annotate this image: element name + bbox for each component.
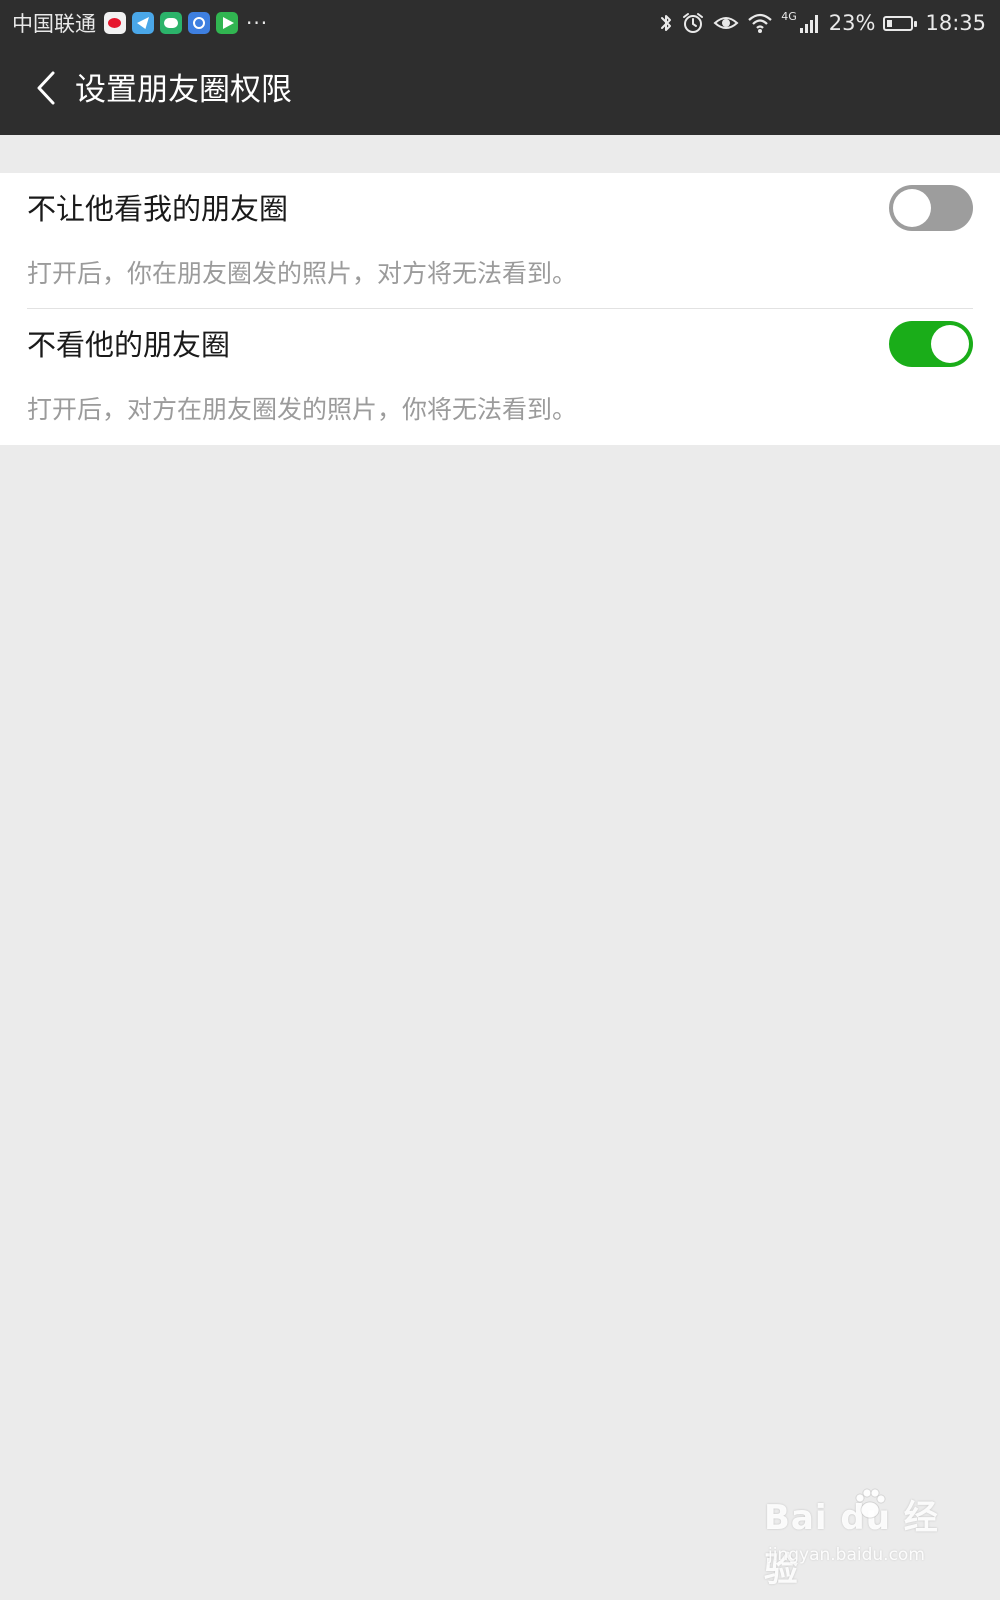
hide-their-moments-toggle[interactable] [889,321,973,367]
wifi-icon [747,12,773,34]
toggle-knob [893,189,931,227]
back-arrow-icon [37,71,55,105]
chat-icon [160,12,182,34]
status-clock: 18:35 [925,11,986,35]
bluetooth-icon [659,12,673,34]
title-bar: 设置朋友圈权限 [0,46,1000,135]
signal-icon [799,12,821,34]
video-icon [188,12,210,34]
carrier-name: 中国联通 [12,12,96,36]
paw-icon [855,1488,886,1519]
setting-label: 不让他看我的朋友圈 [27,192,289,226]
network-type-label: 4G [781,9,797,23]
battery-level [887,19,893,27]
setting-label: 不看他的朋友圈 [27,328,231,362]
watermark-url: jingyan.baidu.com [768,1545,925,1565]
battery-percentage: 23% [828,11,876,35]
hide-my-moments-toggle[interactable] [889,185,973,231]
eye-icon [713,13,739,33]
mail-icon [132,12,154,34]
settings-list: 不让他看我的朋友圈 打开后，你在朋友圈发的照片，对方将无法看到。 不看他的朋友圈… [0,173,1000,445]
status-bar: 中国联通 ··· 4G 23% 18:35 [0,0,1000,46]
page-title: 设置朋友圈权限 [75,72,292,108]
more-notifications-icon: ··· [246,11,269,35]
setting-description: 打开后，对方在朋友圈发的照片，你将无法看到。 [27,395,578,424]
toggle-knob [931,325,969,363]
weibo-icon [104,12,126,34]
setting-row-hide-my-moments: 不让他看我的朋友圈 打开后，你在朋友圈发的照片，对方将无法看到。 [0,173,1000,309]
baidu-jingyan-watermark: Bai du 经验 jingyan.baidu.com [764,1488,964,1590]
alarm-icon [681,11,705,35]
player-icon [216,12,238,34]
battery-icon [883,15,918,31]
setting-description: 打开后，你在朋友圈发的照片，对方将无法看到。 [27,259,578,288]
setting-row-hide-their-moments: 不看他的朋友圈 打开后，对方在朋友圈发的照片，你将无法看到。 [0,309,1000,445]
back-button[interactable] [18,60,74,116]
status-right: 4G 23% 18:35 [659,0,986,46]
status-left: 中国联通 ··· [12,0,268,46]
